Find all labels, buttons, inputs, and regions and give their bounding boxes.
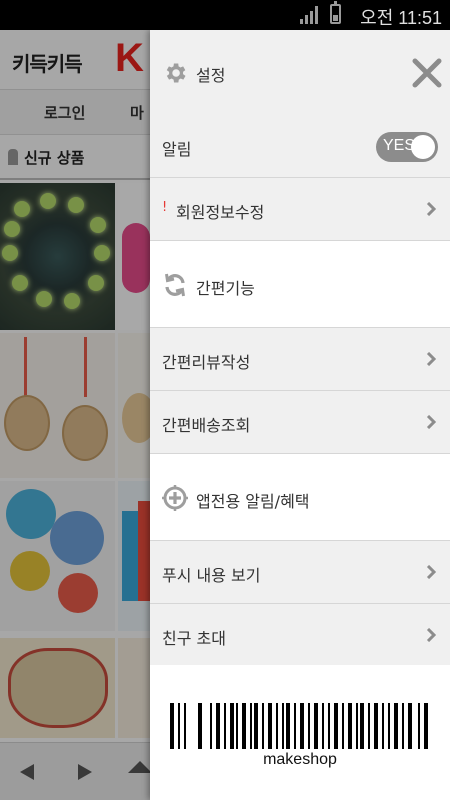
menu-item-label: 간편배송조회 [162, 416, 251, 435]
signal-icon [300, 6, 322, 24]
close-icon[interactable] [410, 56, 444, 90]
menu-item-label: 간편리뷰작성 [162, 353, 251, 372]
overlay-dim[interactable] [0, 30, 150, 800]
member-edit-row[interactable]: ! 회원정보수정 [150, 178, 450, 241]
chevron-right-icon [426, 352, 436, 366]
barcode-image [170, 703, 428, 749]
chevron-right-icon [426, 415, 436, 429]
app-section-header: 앱전용 알림/혜택 [150, 454, 450, 541]
barcode-area: makeshop [150, 665, 450, 800]
app-section-label: 앱전용 알림/혜택 [196, 492, 310, 511]
chevron-right-icon [426, 202, 436, 216]
drawer-header: 설정 [150, 30, 450, 115]
settings-drawer: 설정 알림 YES ! 회원정보수정 간편기능 간편리뷰작성 간편배송조회 앱전… [150, 30, 450, 800]
target-plus-icon [162, 485, 188, 511]
member-edit-label: 회원정보수정 [176, 203, 265, 222]
menu-item-quick-delivery[interactable]: 간편배송조회 [150, 391, 450, 454]
quick-section-header: 간편기능 [150, 241, 450, 328]
menu-item-label: 푸시 내용 보기 [162, 566, 261, 585]
menu-item-invite-friend[interactable]: 친구 초대 [150, 604, 450, 667]
gear-icon [166, 63, 186, 83]
toggle-knob [411, 135, 435, 159]
status-bar: 오전 11:51 [0, 0, 450, 30]
quick-section-label: 간편기능 [196, 279, 255, 298]
menu-item-label: 친구 초대 [162, 629, 226, 648]
alert-marker: ! [162, 200, 168, 215]
barcode-text: makeshop [263, 751, 337, 768]
menu-item-quick-review[interactable]: 간편리뷰작성 [150, 328, 450, 391]
notification-label: 알림 [162, 140, 192, 159]
notification-row: 알림 YES [150, 115, 450, 178]
notification-toggle[interactable]: YES [376, 132, 438, 162]
status-time: 오전 11:51 [360, 8, 442, 28]
refresh-icon [165, 273, 185, 297]
chevron-right-icon [426, 565, 436, 579]
battery-icon [330, 1, 341, 24]
drawer-title: 설정 [196, 66, 226, 85]
menu-item-push-view[interactable]: 푸시 내용 보기 [150, 541, 450, 604]
chevron-right-icon [426, 628, 436, 642]
